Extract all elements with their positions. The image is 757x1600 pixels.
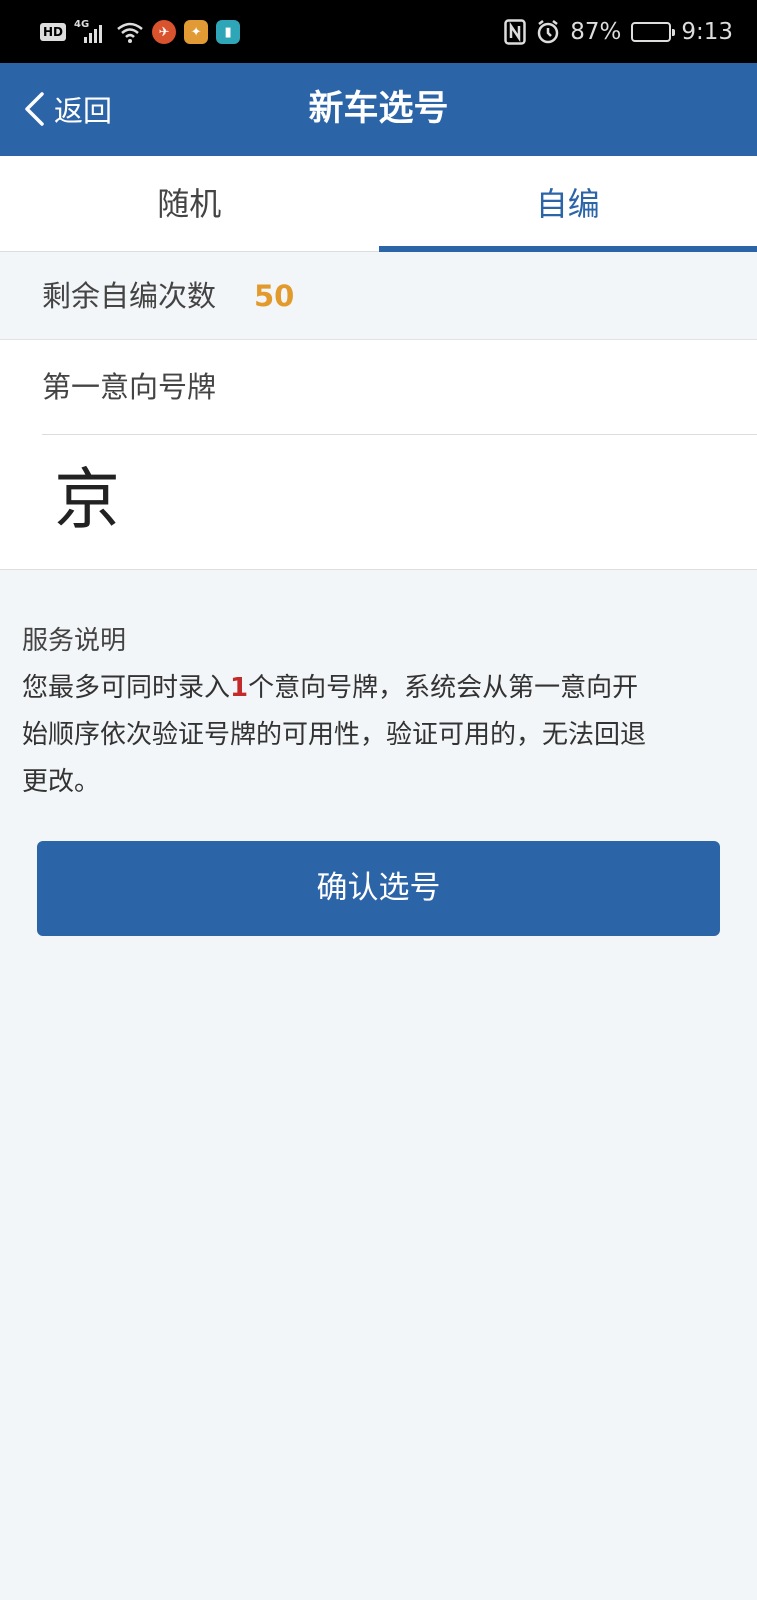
app-icon: ▮ (216, 20, 241, 44)
remaining-count: 50 (254, 279, 295, 313)
wifi-icon (117, 22, 143, 43)
page-title: 新车选号 (308, 89, 449, 129)
status-left: HD 4G ✈ ✦ ▮ (40, 18, 241, 46)
service-line: 您最多可同时录入1个意向号牌，系统会从第一意向开 (22, 665, 742, 712)
service-text: 您最多可同时录入 (22, 673, 231, 703)
service-title: 服务说明 (22, 626, 127, 656)
battery-percent: 87% (570, 19, 622, 45)
max-plates-count: 1 (230, 673, 249, 703)
remaining-count-row: 剩余自编次数 50 (0, 252, 757, 340)
confirm-button[interactable]: 确认选号 (37, 841, 720, 936)
plate-prefix-input[interactable]: 京 (54, 455, 120, 545)
service-text: 个意向号牌，系统会从第一意向开 (248, 673, 639, 703)
status-right: 87% 9:13 (504, 16, 733, 48)
tab-bar: 随机 自编 (0, 156, 757, 252)
service-line: 始顺序依次验证号牌的可用性，验证可用的，无法回退 (22, 720, 647, 750)
service-line: 更改。 (22, 767, 101, 797)
app-icon: ✦ (184, 20, 209, 44)
nav-bar: 新车选号 返回 (0, 63, 757, 156)
remaining-label: 剩余自编次数 (42, 279, 217, 313)
tab-random[interactable]: 随机 (0, 156, 379, 251)
preferred-plate-label: 第一意向号牌 (42, 370, 217, 404)
status-bar: HD 4G ✈ ✦ ▮ 87% 9:13 (0, 0, 757, 63)
battery-icon (631, 22, 676, 42)
hd-icon: HD (40, 23, 67, 41)
nfc-icon (504, 19, 526, 45)
alarm-icon (537, 20, 559, 44)
app-icon: ✈ (152, 20, 177, 44)
chevron-left-icon (25, 92, 44, 126)
tab-custom[interactable]: 自编 (378, 156, 757, 252)
back-label: 返回 (54, 94, 113, 128)
service-notes: 服务说明 您最多可同时录入1个意向号牌，系统会从第一意向开 始顺序依次验证号牌的… (22, 618, 742, 806)
signal-icon: 4G (74, 19, 108, 45)
divider (42, 434, 757, 435)
clock: 9:13 (681, 19, 733, 45)
preferred-plate-section: 第一意向号牌 京 (0, 340, 757, 570)
back-button[interactable]: 返回 (22, 87, 112, 131)
